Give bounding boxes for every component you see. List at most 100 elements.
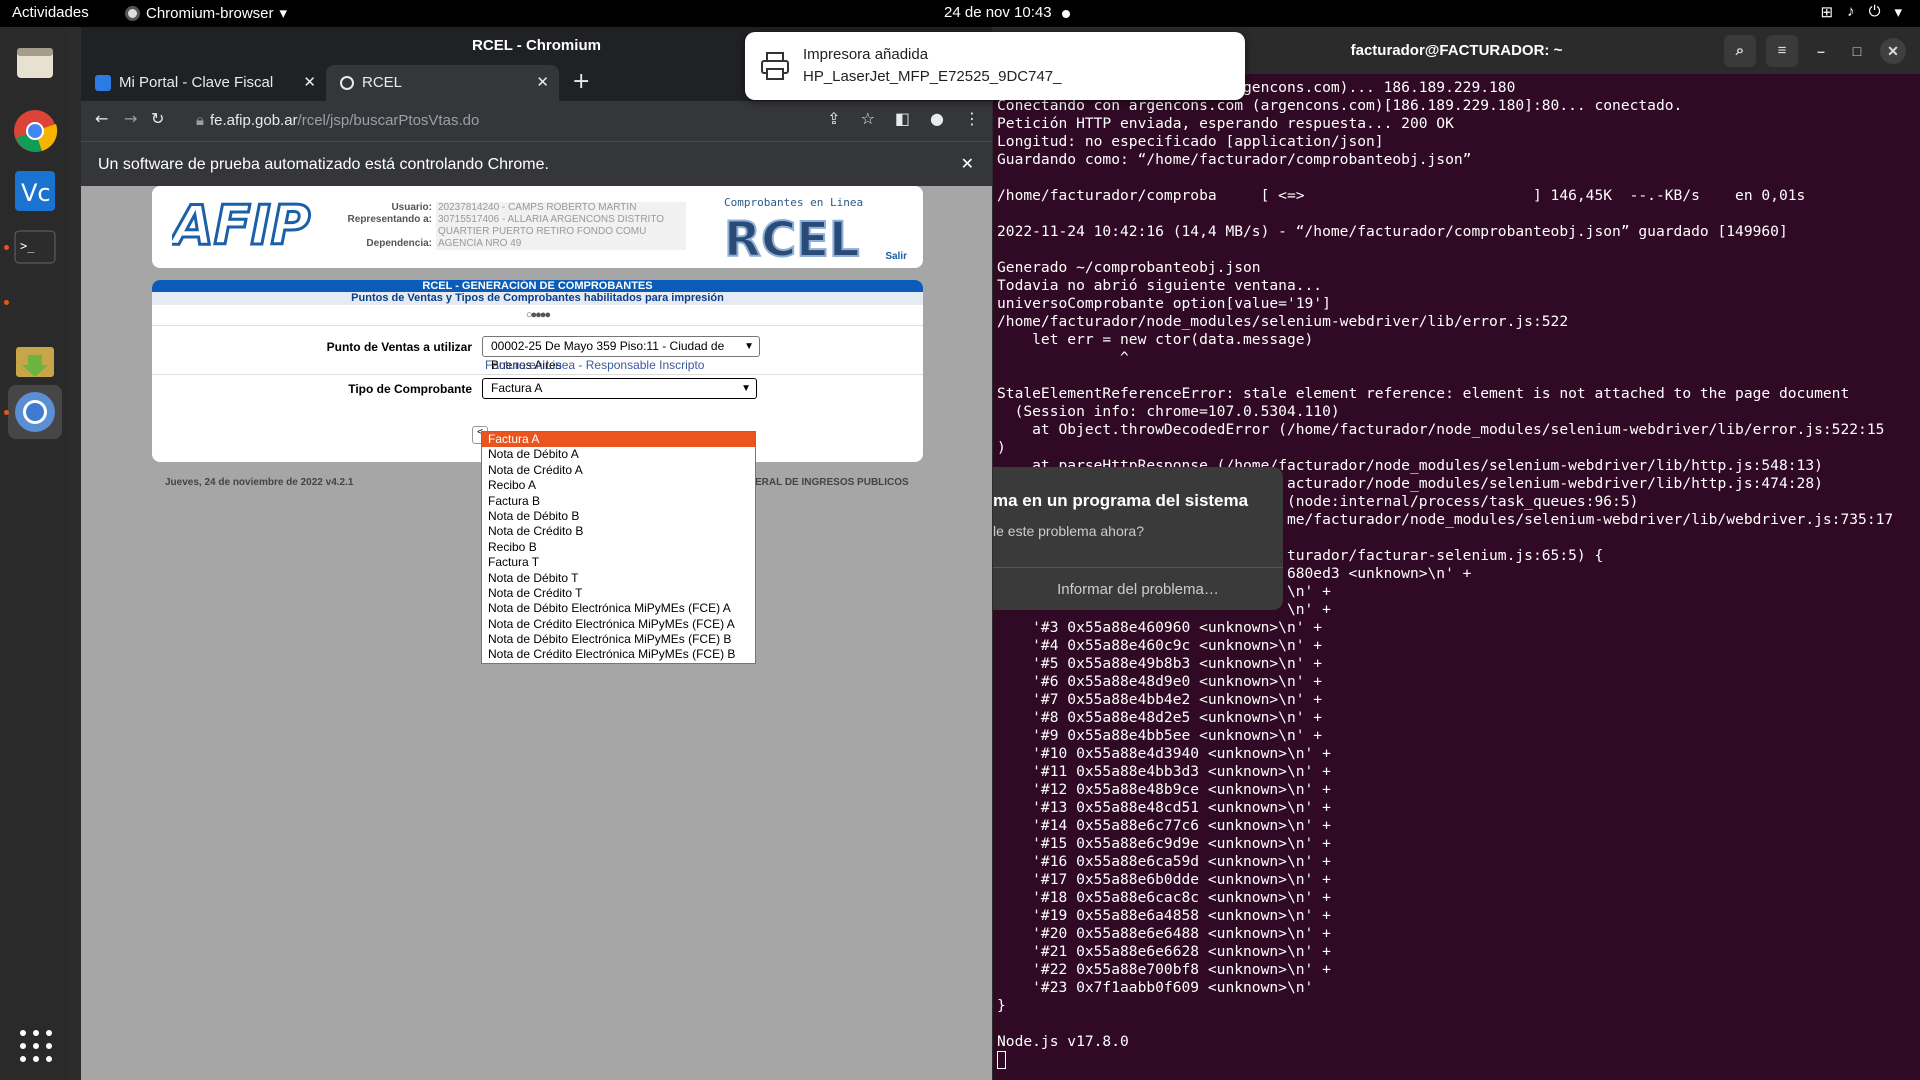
tab-rcel[interactable]: RCEL ✕	[326, 65, 559, 101]
dropdown-option[interactable]: Nota de Débito T	[482, 571, 755, 586]
terminal-line: }	[997, 997, 1006, 1014]
divider	[152, 325, 923, 326]
printer-notification[interactable]: Impresora añadida HP_LaserJet_MFP_E72525…	[745, 32, 1245, 100]
rcel-logo-block: Comprobantes en Linea RCEL	[723, 196, 874, 269]
rcel-subtitle: Comprobantes en Linea	[724, 196, 864, 209]
dropdown-option[interactable]: Nota de Débito A	[482, 447, 755, 462]
footer-org: ERAL DE INGRESOS PUBLICOS	[755, 477, 909, 488]
close-icon[interactable]: ✕	[536, 65, 549, 101]
dropdown-option[interactable]: Factura T	[482, 555, 755, 570]
minimize-icon[interactable]: –	[1808, 38, 1834, 64]
dock-vscode[interactable]: Vc	[8, 164, 62, 218]
chrome-icon	[14, 110, 58, 152]
bookmark-star-icon[interactable]: ☆	[861, 109, 875, 128]
afip-header: AFIP Usuario: 20237814240 - CAMPS ROBERTO…	[152, 186, 923, 269]
terminal-line: '#11 0x55a88e4bb3d3 <unknown>\n' +	[997, 763, 1331, 780]
dock-archive[interactable]	[8, 332, 62, 386]
user-label: Usuario:	[391, 202, 432, 213]
punto-ventas-hint: Factura en Linea - Responsable Inscripto	[485, 358, 705, 372]
clock[interactable]: 24 de nov 10:43	[944, 4, 1052, 21]
terminal-line: (Session info: chrome=107.0.5304.110)	[997, 403, 1340, 420]
maximize-icon[interactable]: □	[1844, 38, 1870, 64]
show-apps-icon[interactable]	[20, 1030, 52, 1062]
dropdown-option[interactable]: Nota de Débito Electrónica MiPyMEs (FCE)…	[482, 601, 755, 616]
back-icon[interactable]: ←	[95, 109, 108, 128]
chromium-icon	[15, 392, 55, 432]
tipo-comprobante-dropdown: Factura A Nota de Débito A Nota de Crédito…	[481, 431, 756, 664]
salir-link[interactable]: Salir	[885, 251, 907, 262]
menu-kebab-icon[interactable]: ⋮	[964, 109, 980, 128]
terminal-line: universoComprobante option[value='19']	[997, 295, 1331, 312]
step-indicator: ○●●●●	[525, 309, 551, 321]
forward-icon[interactable]: →	[124, 109, 137, 128]
activities-button[interactable]: Actividades	[12, 4, 89, 21]
report-problem-button[interactable]: Informar del problema…	[993, 567, 1283, 610]
terminal-line: '#6 0x55a88e48d9e0 <unknown>\n' +	[997, 673, 1323, 690]
close-icon[interactable]: ✕	[303, 65, 316, 101]
recording-indicator-icon	[1062, 10, 1070, 18]
terminal-line: Petición HTTP enviada, esperando respues…	[997, 115, 1454, 132]
close-icon[interactable]: ✕	[961, 142, 974, 187]
address-bar[interactable]: 🔒︎ fe.afip.gob.ar/rcel/jsp/buscarPtosVtas…	[196, 105, 796, 137]
dropdown-option[interactable]: Recibo B	[482, 540, 755, 555]
tipo-comprobante-label: Tipo de Comprobante	[348, 382, 472, 396]
terminal-line: '#14 0x55a88e6c77c6 <unknown>\n' +	[997, 817, 1331, 834]
printer-icon	[761, 52, 789, 80]
dropdown-option[interactable]: Factura B	[482, 494, 755, 509]
dropdown-option[interactable]: Nota de Crédito A	[482, 463, 755, 478]
share-icon[interactable]: ⇪	[827, 109, 840, 128]
terminal-line: '#3 0x55a88e460960 <unknown>\n' +	[997, 619, 1323, 636]
divider	[152, 374, 923, 375]
dock-chrome[interactable]	[8, 104, 62, 158]
punto-ventas-select[interactable]: 00002-25 De Mayo 359 Piso:11 - Ciudad de…	[482, 336, 760, 372]
app-menu[interactable]: Chromium-browser ▾	[125, 4, 287, 22]
url-host: fe.afip.gob.ar	[209, 112, 298, 129]
dock-chromium[interactable]	[8, 385, 62, 439]
chevron-down-icon: ▼	[744, 341, 754, 352]
rep-label: Representando a:	[347, 214, 432, 225]
dropdown-option[interactable]: Recibo A	[482, 478, 755, 493]
running-indicator	[4, 245, 9, 250]
dropdown-option[interactable]: Nota de Débito Electrónica MiPyMEs (FCE)…	[482, 632, 755, 647]
dep-value: AGENCIA NRO 49	[436, 238, 686, 250]
form-title: RCEL - GENERACIÓN DE COMPROBANTES	[152, 280, 923, 292]
new-tab-icon[interactable]: +	[572, 65, 590, 99]
notification-body: HP_LaserJet_MFP_E72525_9DC747_	[803, 68, 1062, 85]
dropdown-option[interactable]: Nota de Crédito Electrónica MiPyMEs (FCE…	[482, 647, 755, 662]
tipo-comprobante-value: Factura A	[491, 381, 543, 395]
dropdown-option[interactable]: Nota de Crédito Electrónica MiPyMEs (FCE…	[482, 617, 755, 632]
system-tray[interactable]: ⊞ ♪ ⏻ ▾	[1821, 3, 1902, 21]
afip-logo: AFIP	[172, 196, 312, 250]
terminal-line: /home/facturador/comproba [ <=> ] 146,45…	[997, 187, 1806, 204]
terminal-line: Guardando como: “/home/facturador/compro…	[997, 151, 1472, 168]
dropdown-option[interactable]: Nota de Crédito B	[482, 524, 755, 539]
reload-icon[interactable]: ↻	[151, 109, 164, 128]
tab-mi-portal[interactable]: Mi Portal - Clave Fiscal ✕	[81, 65, 326, 101]
terminal-line: '#23 0x7f1aabb0f609 <unknown>\n'	[997, 979, 1314, 996]
terminal-line: '#17 0x55a88e6b0dde <unknown>\n' +	[997, 871, 1331, 888]
globe-icon	[340, 76, 354, 91]
profile-avatar-icon[interactable]: ●	[930, 109, 944, 128]
dropdown-option[interactable]: Factura A	[482, 432, 755, 448]
terminal-line: '#21 0x55a88e6e6628 <unknown>\n' +	[997, 943, 1331, 960]
terminal-title: facturador@FACTURADOR: ~	[1350, 42, 1563, 59]
dock-files[interactable]	[8, 35, 62, 89]
dropdown-option[interactable]: Nota de Crédito T	[482, 586, 755, 601]
search-icon[interactable]: ⌕	[1724, 35, 1756, 67]
tipo-comprobante-select[interactable]: Factura A ▼	[482, 378, 757, 399]
dropdown-option[interactable]: Nota de Débito B	[482, 509, 755, 524]
terminal-line: at Object.throwDecodedError (/home/factu…	[997, 421, 1885, 438]
dock-terminal[interactable]: >_	[8, 220, 62, 274]
dep-label: Dependencia:	[366, 238, 432, 249]
terminal-line: '#5 0x55a88e49b8b3 <unknown>\n' +	[997, 655, 1323, 672]
rep-value: 30715517406 - ALLARIA ARGENCONS DISTRITO	[436, 214, 686, 226]
side-panel-icon[interactable]: ◧	[895, 109, 910, 128]
terminal-icon: >_	[14, 230, 56, 264]
hamburger-menu-icon[interactable]: ≡	[1766, 35, 1798, 67]
running-indicator	[4, 300, 9, 305]
close-icon[interactable]: ✕	[1880, 38, 1906, 64]
automation-infobar: Un software de prueba automatizado está …	[81, 141, 992, 186]
terminal-line: let err = new ctor(data.message)	[997, 331, 1314, 348]
browser-toolbar: ← → ↻ 🔒︎ fe.afip.gob.ar/rcel/jsp/buscarPt…	[81, 101, 992, 141]
vscode-icon: Vc	[15, 171, 55, 211]
